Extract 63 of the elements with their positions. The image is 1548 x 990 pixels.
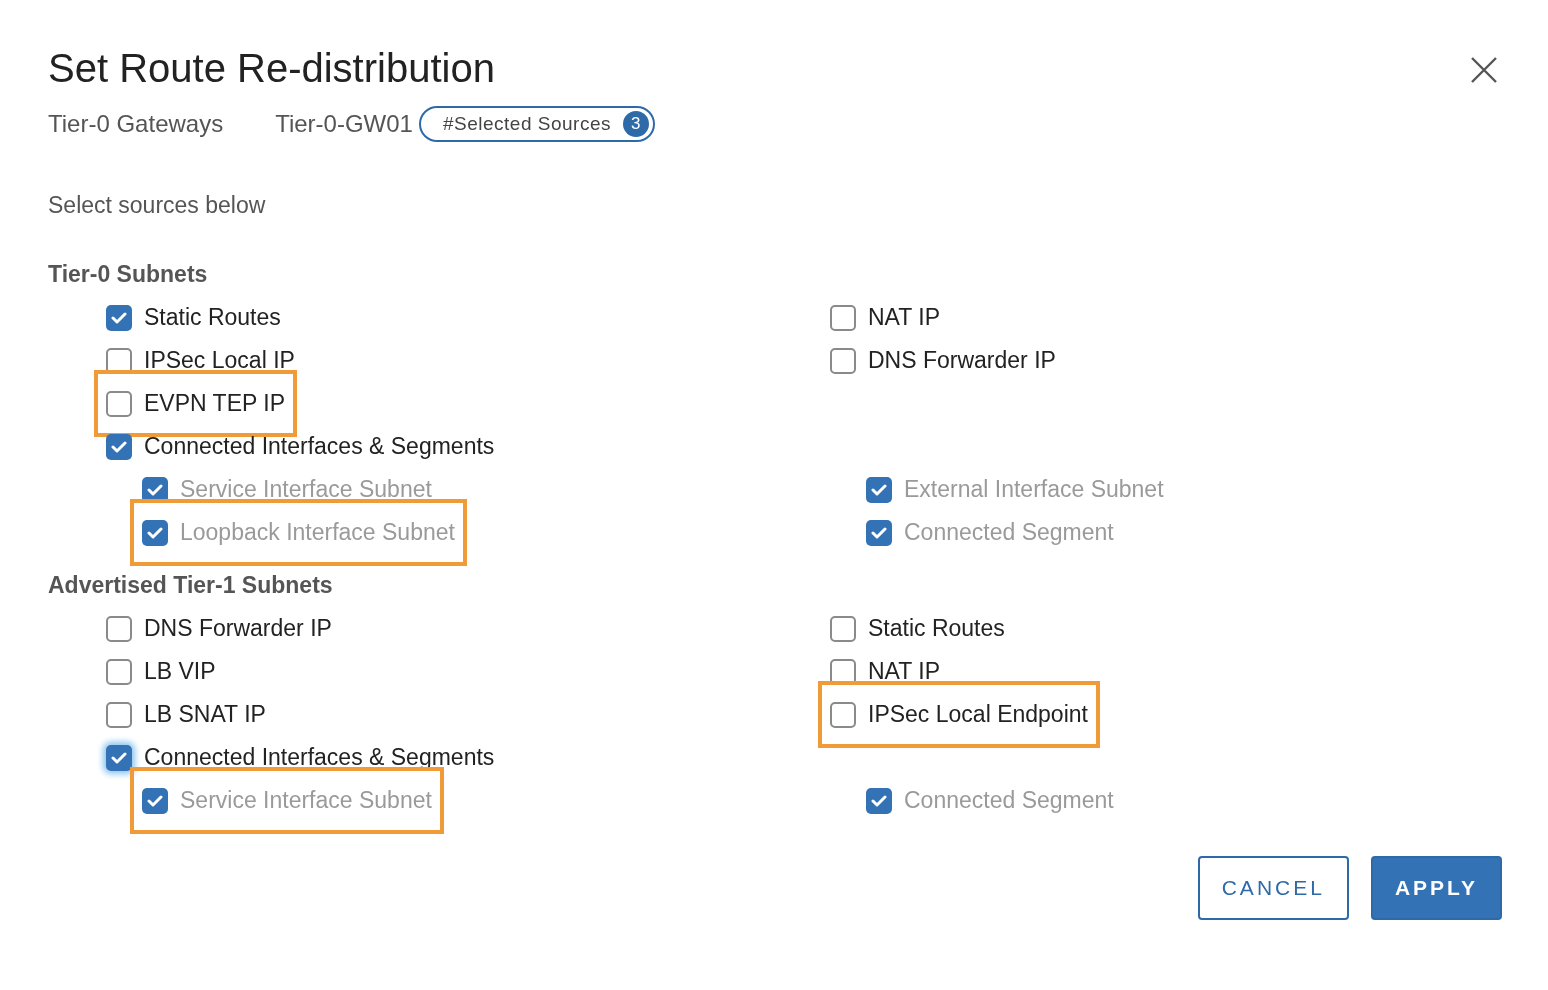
checkbox[interactable] (106, 615, 132, 642)
checkbox[interactable] (830, 304, 856, 331)
option-label: IPSec Local IP (144, 347, 295, 374)
checkbox[interactable] (106, 304, 132, 331)
checkmark-icon (147, 794, 163, 807)
instruction-text: Select sources below (48, 192, 267, 219)
option-label: Connected Interfaces & Segments (144, 433, 495, 460)
checkmark-icon (111, 440, 127, 453)
checkmark-icon (871, 794, 887, 807)
section-heading: Tier-0 Subnets (48, 261, 209, 288)
option-label: DNS Forwarder IP (868, 347, 1056, 374)
cancel-button[interactable]: CANCEL (1197, 856, 1349, 920)
option-label: LB VIP (144, 658, 216, 685)
close-icon (1470, 56, 1498, 84)
option-label: EVPN TEP IP (144, 390, 286, 417)
checkbox-option[interactable]: NAT IP (830, 296, 940, 339)
checkmark-icon (111, 311, 127, 324)
option-label: NAT IP (868, 304, 940, 331)
option-label: NAT IP (868, 658, 940, 685)
checkbox-option[interactable]: IPSec Local Endpoint (830, 693, 1088, 736)
checkmark-icon (147, 526, 163, 539)
checkbox-option[interactable]: LB SNAT IP (106, 693, 266, 736)
checkbox[interactable] (830, 347, 856, 374)
breadcrumb-text: Tier-0 Gateways (48, 110, 224, 138)
option-label: Service Interface Subnet (180, 476, 432, 503)
checkbox-option[interactable]: LB VIP (106, 650, 216, 693)
checkbox-option[interactable]: EVPN TEP IP (106, 382, 286, 425)
badge-label: #Selected Sources (442, 113, 611, 135)
option-label: Connected Segment (904, 787, 1114, 814)
checkbox[interactable] (106, 390, 132, 417)
checkbox-option[interactable]: DNS Forwarder IP (106, 607, 332, 650)
option-label: Connected Segment (904, 519, 1114, 546)
dialog-title: Set Route Re-distribution (48, 45, 495, 92)
checkmark-icon (147, 483, 163, 496)
section-heading: Advertised Tier-1 Subnets (48, 572, 334, 599)
checkbox-option[interactable]: DNS Forwarder IP (830, 339, 1056, 382)
checkbox[interactable] (106, 701, 132, 728)
checkbox-option[interactable]: IPSec Local IP (106, 339, 295, 382)
checkbox[interactable] (106, 744, 132, 771)
checkbox-option[interactable]: Static Routes (106, 296, 281, 339)
checkbox-option[interactable]: NAT IP (830, 650, 940, 693)
checkbox[interactable] (830, 701, 856, 728)
checkbox-option[interactable]: Static Routes (830, 607, 1005, 650)
option-label: IPSec Local Endpoint (868, 701, 1088, 728)
option-label: Service Interface Subnet (180, 787, 432, 814)
option-label: DNS Forwarder IP (144, 615, 332, 642)
option-label: Connected Interfaces & Segments (144, 744, 495, 771)
checkbox-option[interactable]: Connected Interfaces & Segments (106, 736, 495, 779)
option-label: External Interface Subnet (904, 476, 1164, 503)
apply-button[interactable]: APPLY (1370, 856, 1502, 920)
option-label: Static Routes (868, 615, 1005, 642)
checkbox[interactable] (106, 658, 132, 685)
checkmark-icon (871, 483, 887, 496)
checkbox[interactable] (106, 433, 132, 460)
checkbox[interactable] (830, 615, 856, 642)
option-label: Static Routes (144, 304, 281, 331)
option-label: LB SNAT IP (144, 701, 266, 728)
checkmark-icon (111, 751, 127, 764)
checkmark-icon (871, 526, 887, 539)
option-label: Loopback Interface Subnet (180, 519, 455, 546)
breadcrumb-text: Tier-0-GW01 (275, 110, 413, 138)
badge-count: 3 (622, 111, 649, 137)
checkbox-option[interactable]: Connected Interfaces & Segments (106, 425, 495, 468)
